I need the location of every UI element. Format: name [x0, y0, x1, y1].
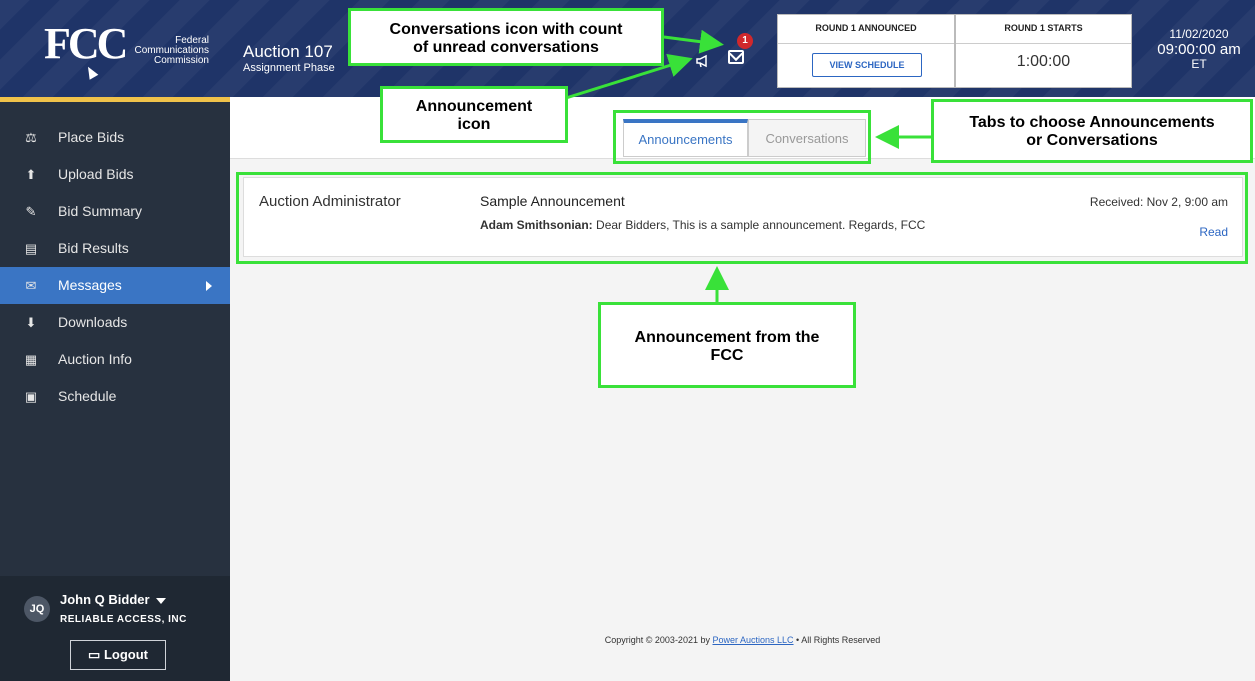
sidebar-item-schedule[interactable]: ▣ Schedule: [0, 378, 230, 415]
sidebar-item-label: Bid Summary: [58, 203, 143, 219]
unread-count-badge: 1: [737, 33, 753, 49]
copyright-suffix: • All Rights Reserved: [796, 635, 881, 645]
callout-line: Tabs to choose Announcements: [969, 114, 1215, 131]
callout-announcement-icon: Announcement icon: [380, 86, 568, 143]
tabs-highlight: [613, 110, 871, 164]
sidebar-item-messages[interactable]: ✉ Messages: [0, 267, 230, 304]
envelope-icon: ✉: [25, 278, 37, 293]
sidebar-item-auction-info[interactable]: ▦ Auction Info: [0, 341, 230, 378]
round-starts-panel: ROUND 1 STARTS 1:00:00: [955, 14, 1132, 88]
agency-name: Federal Communications Commission: [119, 36, 209, 66]
callout-line: Conversations icon with count: [389, 21, 623, 38]
round-announced-label: ROUND 1 ANNOUNCED: [815, 23, 917, 33]
sidebar-item-label: Auction Info: [58, 351, 132, 367]
callout-line: icon: [457, 116, 491, 133]
auction-phase: Assignment Phase: [243, 62, 335, 74]
user-name: John Q Bidder: [60, 592, 150, 607]
logout-label: Logout: [103, 647, 148, 662]
announcement-highlight: [236, 172, 1248, 264]
gavel-icon: ⚖: [25, 130, 37, 145]
agency-name-line3: Commission: [153, 55, 209, 66]
current-datetime: 11/02/2020 09:00:00 am ET: [1153, 27, 1245, 72]
download-icon: ⬇: [25, 315, 37, 330]
fcc-logo-mark: FCC: [44, 19, 128, 68]
copyright-prefix: Copyright © 2003-2021 by: [604, 635, 710, 645]
power-auctions-link[interactable]: Power Auctions LLC: [712, 635, 793, 645]
sidebar: ⚖ Place Bids ⬆ Upload Bids ✎ Bid Summary…: [0, 102, 230, 681]
sidebar-item-label: Upload Bids: [58, 166, 134, 182]
view-schedule-button[interactable]: VIEW SCHEDULE: [812, 53, 922, 77]
sidebar-item-label: Bid Results: [58, 240, 129, 256]
auction-title: Auction 107: [243, 42, 333, 61]
conversations-envelope-icon[interactable]: [728, 50, 744, 64]
callout-tabs: Tabs to choose Announcements or Conversa…: [931, 99, 1253, 163]
callout-line: of unread conversations: [413, 39, 599, 56]
user-menu[interactable]: John Q Bidder: [60, 592, 166, 607]
sidebar-item-label: Downloads: [58, 314, 128, 330]
calendar-icon: ▣: [24, 389, 38, 404]
sidebar-item-place-bids[interactable]: ⚖ Place Bids: [0, 119, 230, 156]
chevron-right-icon: [206, 281, 212, 291]
callout-line: Announcement from the: [634, 329, 820, 346]
results-icon: ▤: [24, 241, 38, 256]
summary-icon: ✎: [25, 204, 37, 219]
sidebar-item-label: Schedule: [58, 388, 117, 404]
logout-button[interactable]: ▭ Logout: [70, 640, 166, 670]
callout-line: FCC: [710, 347, 744, 364]
current-date: 11/02/2020: [1169, 27, 1229, 41]
fcc-logo[interactable]: FCC Federal Communications Commission: [0, 0, 230, 97]
panel-divider: [778, 43, 954, 44]
caret-down-icon: [155, 597, 166, 604]
sidebar-item-label: Messages: [58, 277, 122, 293]
upload-file-icon: ⬆: [25, 167, 37, 182]
callout-announcement: Announcement from the FCC: [598, 302, 856, 388]
footer: Copyright © 2003-2021 by Power Auctions …: [230, 635, 1255, 645]
round-countdown: 1:00:00: [1016, 53, 1071, 70]
timezone: ET: [1191, 57, 1207, 71]
current-time: 09:00:00 am: [1157, 41, 1241, 58]
round-starts-label: ROUND 1 STARTS: [1004, 23, 1083, 33]
avatar[interactable]: JQ: [24, 596, 50, 622]
callout-line: or Conversations: [1026, 132, 1158, 149]
user-company: RELIABLE ACCESS, INC: [60, 614, 187, 625]
user-panel: JQ John Q Bidder RELIABLE ACCESS, INC ▭ …: [0, 576, 230, 681]
clipboard-icon: ▦: [24, 352, 38, 367]
round-announced-panel: ROUND 1 ANNOUNCED VIEW SCHEDULE: [777, 14, 955, 88]
callout-line: Announcement: [415, 98, 533, 115]
callout-conversations-icon: Conversations icon with count of unread …: [348, 8, 664, 66]
monitor-icon: ▭: [88, 647, 101, 662]
sidebar-item-bid-summary[interactable]: ✎ Bid Summary: [0, 193, 230, 230]
sidebar-item-label: Place Bids: [58, 129, 125, 145]
sidebar-item-downloads[interactable]: ⬇ Downloads: [0, 304, 230, 341]
sidebar-item-bid-results[interactable]: ▤ Bid Results: [0, 230, 230, 267]
panel-divider: [956, 43, 1131, 44]
sidebar-item-upload-bids[interactable]: ⬆ Upload Bids: [0, 156, 230, 193]
megaphone-icon[interactable]: [696, 54, 710, 68]
